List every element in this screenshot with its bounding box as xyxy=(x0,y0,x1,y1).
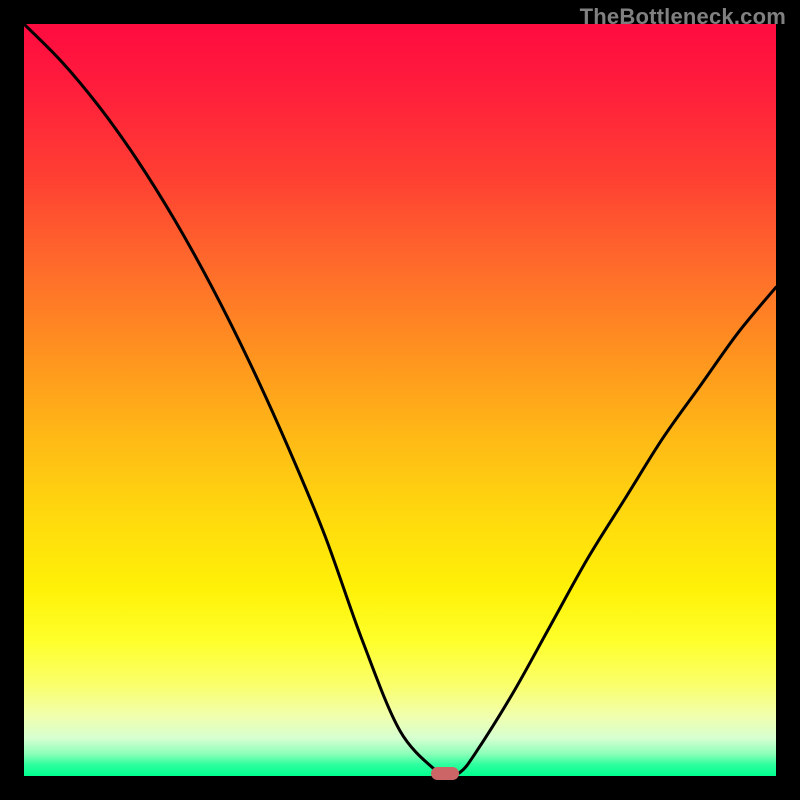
optimal-marker xyxy=(431,767,459,780)
bottleneck-curve xyxy=(24,24,776,776)
chart-frame: TheBottleneck.com xyxy=(0,0,800,800)
plot-area xyxy=(24,24,776,776)
watermark-text: TheBottleneck.com xyxy=(580,4,786,30)
